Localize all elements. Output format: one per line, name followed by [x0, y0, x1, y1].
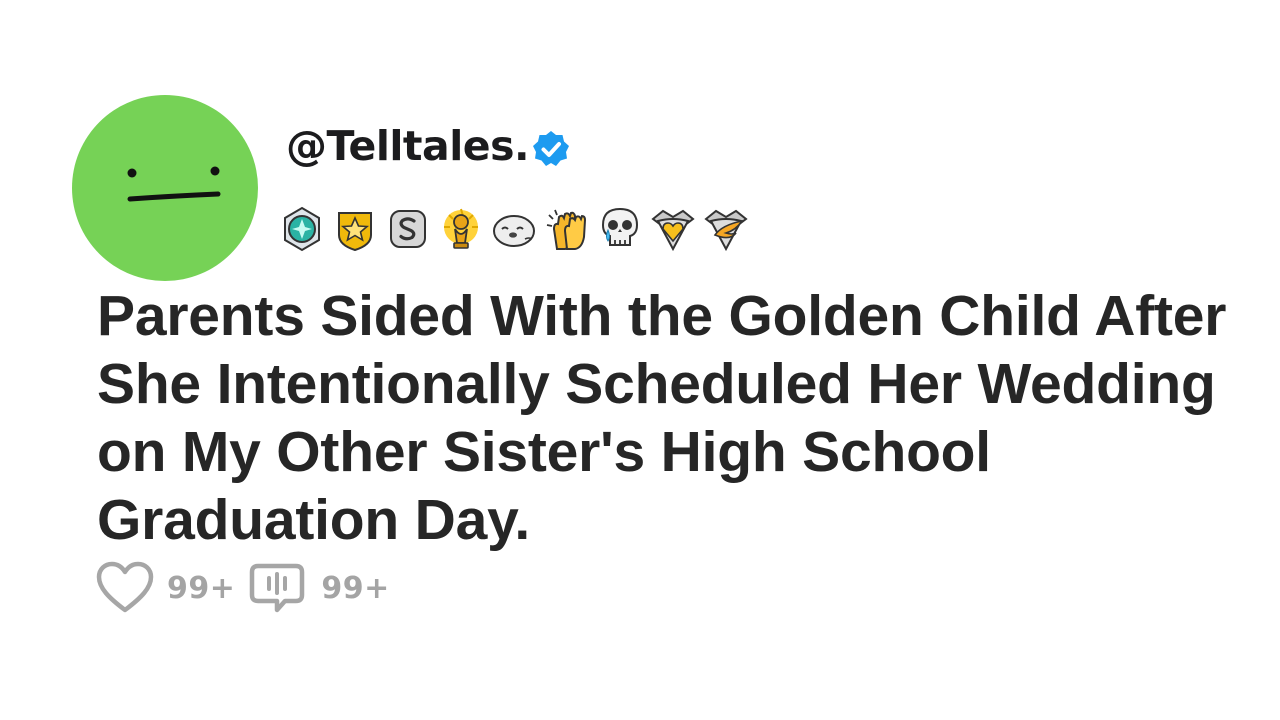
gold-star-badge-icon[interactable] [331, 205, 379, 253]
author-handle[interactable]: @Telltales. [286, 125, 530, 167]
comment-count: 99+ [321, 570, 390, 606]
seal-face-icon[interactable] [490, 205, 538, 253]
engagement-bar: 99+ 99+ [95, 560, 404, 616]
heart-icon[interactable] [95, 560, 155, 616]
clapping-hands-icon[interactable] [543, 205, 591, 253]
avatar[interactable] [72, 95, 258, 281]
straight-face-icon [127, 166, 221, 202]
gold-heart-shield-icon[interactable] [649, 205, 697, 253]
post-card: @Telltales. Parents Sided With the Golde… [0, 0, 1280, 720]
verified-check-icon [533, 131, 570, 166]
post-title[interactable]: Parents Sided With the Golden Child Afte… [97, 282, 1257, 554]
winged-shield-icon[interactable] [702, 205, 750, 253]
crying-skull-icon[interactable] [596, 205, 644, 253]
comment-bubble-icon[interactable] [249, 560, 309, 616]
teal-gem-shield-icon[interactable] [278, 205, 326, 253]
silver-s-badge-icon[interactable] [384, 205, 432, 253]
gold-trophy-icon[interactable] [437, 205, 485, 253]
like-count: 99+ [167, 570, 236, 606]
author-row: @Telltales. [286, 118, 571, 174]
award-badges [278, 204, 755, 254]
